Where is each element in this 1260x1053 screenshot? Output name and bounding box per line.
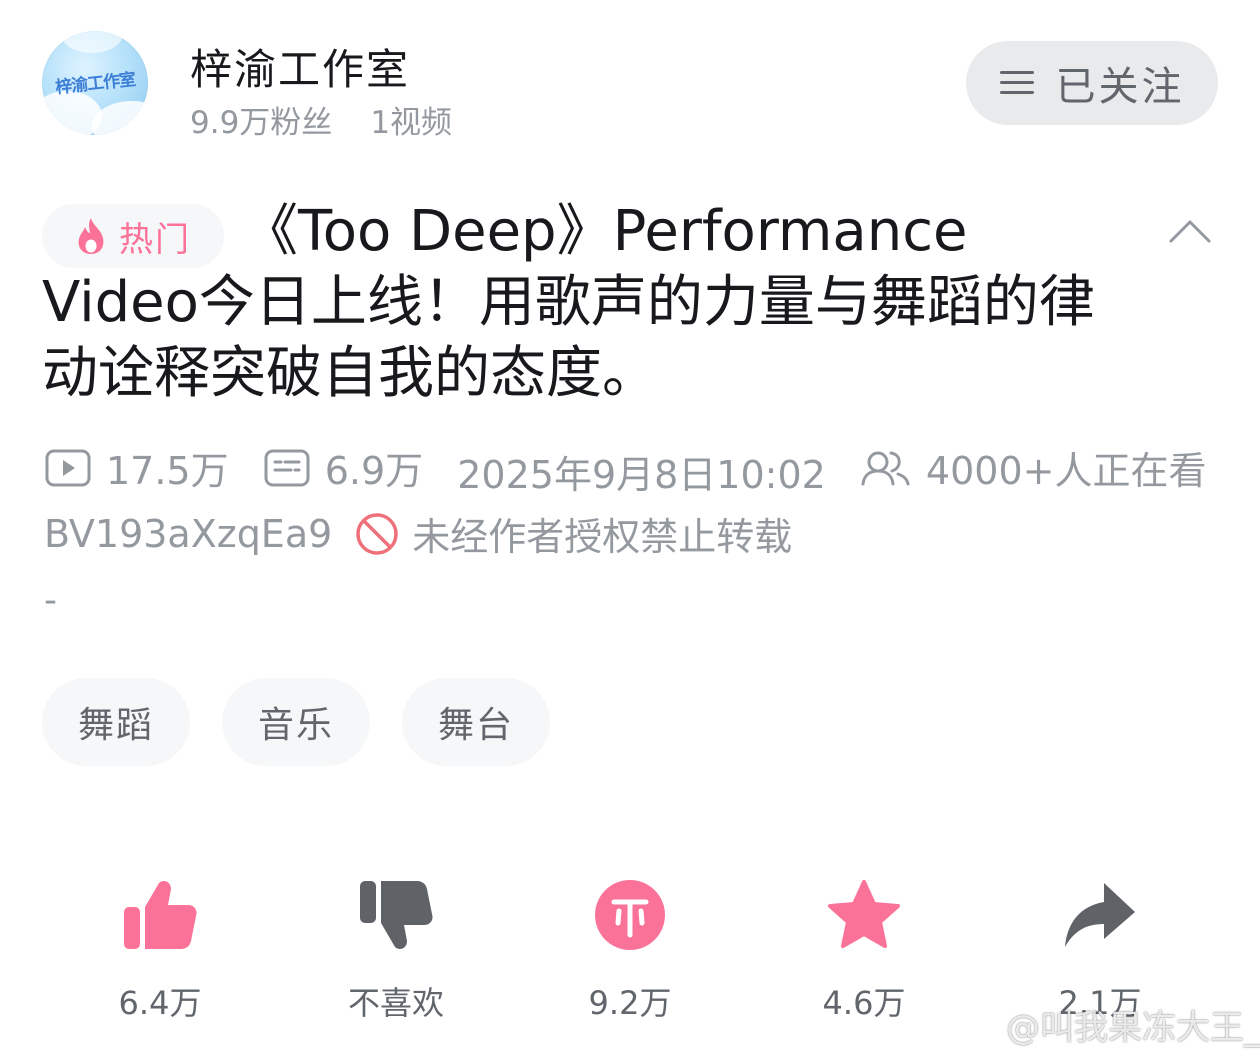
video-meta: 17.5万 6.9万 2025年9月8日10:02 4000+人正在看 xyxy=(44,440,1224,499)
flame-icon xyxy=(78,218,104,254)
coin-button[interactable]: 9.2万 xyxy=(530,870,730,1024)
follow-button[interactable]: 已关注 xyxy=(966,41,1218,125)
viewers-icon xyxy=(861,451,910,485)
hot-badge-label: 热门 xyxy=(119,219,191,260)
coin-icon xyxy=(595,880,665,950)
forbidden-icon xyxy=(356,512,399,555)
tag-music[interactable]: 音乐 xyxy=(222,678,371,766)
online-viewers: 4000+人正在看 xyxy=(860,440,1207,495)
hot-badge[interactable]: 热门 xyxy=(42,204,224,268)
share-icon xyxy=(1065,883,1135,947)
like-button[interactable]: 6.4万 xyxy=(60,870,260,1024)
channel-avatar[interactable]: 梓渝工作室 xyxy=(42,31,148,135)
favorite-count: 4.6万 xyxy=(822,984,906,1022)
view-count: 17.5万 xyxy=(44,440,229,495)
danmaku-count-value: 6.9万 xyxy=(324,449,424,493)
star-icon xyxy=(828,880,900,948)
weibo-watermark: @叫我果冻大王_ xyxy=(950,1000,1260,1049)
thumb-down-icon xyxy=(360,881,433,949)
favorite-button[interactable]: 4.6万 xyxy=(764,870,964,1024)
bvid[interactable]: BV193aXzqEa9 xyxy=(44,512,332,556)
follower-count: 9.9万粉丝 xyxy=(190,105,333,141)
weibo-icon xyxy=(951,1010,994,1043)
play-icon xyxy=(45,449,91,486)
tag-dance[interactable]: 舞蹈 xyxy=(42,678,191,766)
menu-icon xyxy=(999,68,1036,98)
tag-list: 舞蹈 音乐 舞台 xyxy=(42,678,582,766)
follow-button-label: 已关注 xyxy=(1055,64,1185,110)
view-count-value: 17.5万 xyxy=(106,449,229,493)
danmaku-icon xyxy=(264,449,310,486)
online-viewers-value: 4000+人正在看 xyxy=(925,449,1207,493)
copyright-notice: 未经作者授权禁止转载 xyxy=(412,515,793,559)
tag-stage[interactable]: 舞台 xyxy=(402,678,551,766)
channel-stats: 9.9万粉丝 1视频 xyxy=(190,97,490,142)
coin-count: 9.2万 xyxy=(588,984,672,1022)
dislike-button[interactable]: 不喜欢 xyxy=(296,870,496,1024)
thumb-up-icon xyxy=(124,881,197,949)
channel-header: 梓渝工作室 梓渝工作室 9.9万粉丝 1视频 已关注 xyxy=(0,0,1260,170)
like-count: 6.4万 xyxy=(118,984,202,1022)
publish-time: 2025年9月8日10:02 xyxy=(457,452,826,497)
dislike-label: 不喜欢 xyxy=(347,984,444,1022)
channel-name[interactable]: 梓渝工作室 xyxy=(190,36,410,97)
video-description: - xyxy=(44,580,57,621)
watermark-text: @叫我果冻大王_ xyxy=(1006,1008,1260,1048)
video-count: 1视频 xyxy=(370,105,453,141)
danmaku-count: 6.9万 xyxy=(263,440,423,495)
video-meta-secondary: BV193aXzqEa9 未经作者授权禁止转载 xyxy=(44,506,792,561)
avatar-logo-text: 梓渝工作室 xyxy=(54,69,137,99)
chevron-up-icon[interactable] xyxy=(1168,218,1212,244)
